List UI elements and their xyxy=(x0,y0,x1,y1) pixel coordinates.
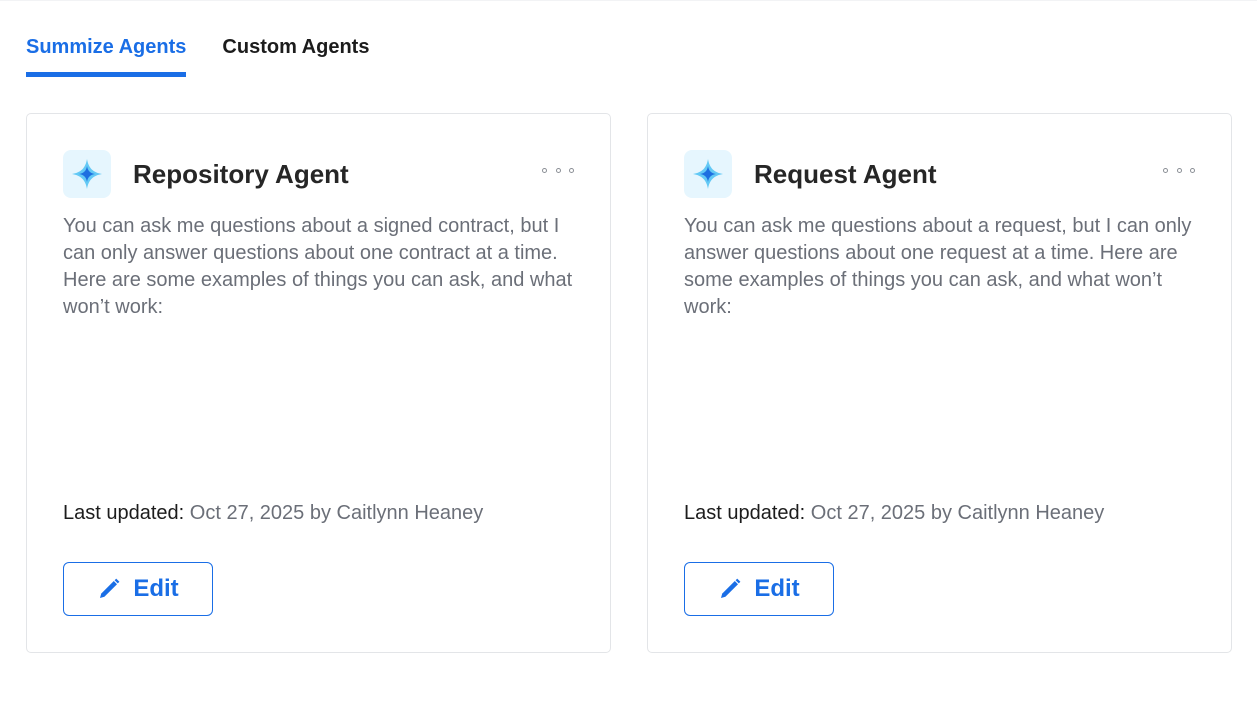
dot xyxy=(1176,167,1182,173)
sparkle-star-icon xyxy=(63,150,111,198)
pencil-icon xyxy=(721,578,741,598)
edit-button[interactable]: Edit xyxy=(63,562,213,616)
more-horizontal-icon[interactable] xyxy=(1163,162,1195,178)
last-updated-label: Last updated: xyxy=(684,502,806,524)
edit-label: Edit xyxy=(133,575,179,602)
last-updated: Last updated: Oct 27, 2025 by Caitlynn H… xyxy=(63,499,483,527)
tab-summize-agents[interactable]: Summize Agents xyxy=(26,30,187,77)
last-updated-label: Last updated: xyxy=(63,502,185,524)
dot xyxy=(1190,167,1195,173)
agent-card-repository: Repository Agent You can ask me question… xyxy=(26,113,611,653)
more-horizontal-icon[interactable] xyxy=(542,162,574,178)
last-updated-value: Oct 27, 2025 by Caitlynn Heaney xyxy=(189,502,484,524)
dot xyxy=(555,167,561,173)
edit-button[interactable]: Edit xyxy=(684,562,834,616)
sparkle-star-icon xyxy=(684,150,732,198)
last-updated: Last updated: Oct 27, 2025 by Caitlynn H… xyxy=(684,499,1104,527)
dot xyxy=(542,167,547,173)
top-divider xyxy=(0,0,1257,1)
agent-tabs: Summize Agents Custom Agents xyxy=(26,30,369,77)
card-description: You can ask me questions about a signed … xyxy=(63,215,573,318)
dot xyxy=(569,167,574,173)
card-title: Repository Agent xyxy=(133,159,349,189)
last-updated-value: Oct 27, 2025 by Caitlynn Heaney xyxy=(810,502,1105,524)
agents-page: Summize Agents Custom Agents Repository … xyxy=(0,0,1257,719)
dot xyxy=(1163,167,1168,173)
card-title: Request Agent xyxy=(754,159,937,189)
agent-card-request: Request Agent You can ask me questions a… xyxy=(647,113,1232,653)
tab-custom-agents[interactable]: Custom Agents xyxy=(222,30,369,77)
edit-label: Edit xyxy=(754,575,800,602)
card-description: You can ask me questions about a request… xyxy=(684,215,1192,318)
pencil-icon xyxy=(100,578,120,598)
